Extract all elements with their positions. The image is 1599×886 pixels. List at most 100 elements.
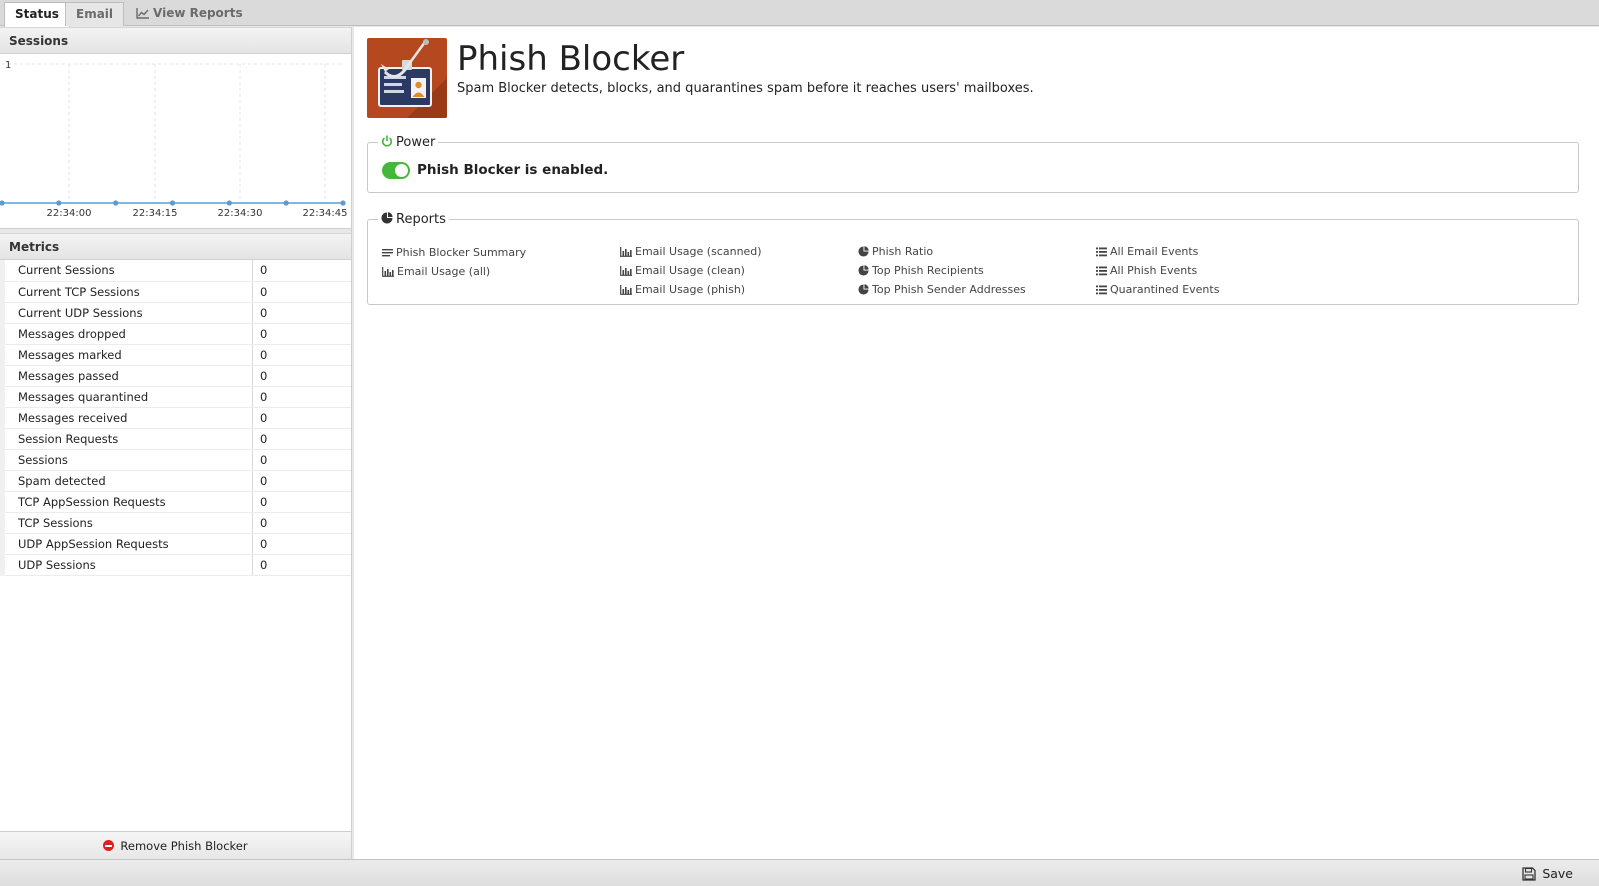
metric-name: UDP AppSession Requests	[0, 533, 253, 555]
sessions-header: Sessions	[0, 27, 351, 54]
list-icon	[1096, 283, 1110, 296]
chart-x-tick-label: 22:34:30	[218, 208, 263, 219]
line-chart-icon	[136, 8, 149, 19]
floppy-disk-icon	[1522, 867, 1536, 881]
metric-value: 0	[252, 470, 351, 492]
report-link-label: Phish Blocker Summary	[396, 246, 527, 259]
sessions-chart: 1 22:34:00 22:34:15 22:34:30 22:34:45	[0, 54, 351, 229]
report-link-label: Email Usage (phish)	[635, 283, 746, 296]
metric-name: Current TCP Sessions	[0, 281, 253, 303]
metrics-row: Spam detected 0	[0, 470, 351, 492]
report-link[interactable]: Email Usage (scanned)	[620, 245, 762, 258]
metrics-row: TCP AppSession Requests 0	[0, 491, 351, 513]
metrics-row: UDP Sessions 0	[0, 554, 351, 576]
chart-x-tick-label: 22:34:00	[47, 208, 92, 219]
report-link[interactable]: Email Usage (clean)	[620, 264, 745, 277]
report-link-label: Email Usage (all)	[397, 265, 491, 278]
chart-y-tick-label: 1	[5, 60, 11, 71]
report-link-label: All Email Events	[1110, 245, 1199, 258]
tab-email[interactable]: Email	[65, 2, 125, 26]
report-link-label: Top Phish Recipients	[872, 264, 984, 277]
report-link-label: All Phish Events	[1110, 264, 1198, 277]
metric-value: 0	[252, 323, 351, 345]
chart-data-point	[169, 200, 176, 206]
power-icon	[381, 135, 393, 147]
phish-blocker-icon	[367, 38, 447, 118]
main-panel: Phish Blocker Spam Blocker detects, bloc…	[354, 27, 1599, 859]
tab-view-reports-label: View Reports	[153, 6, 243, 20]
app-description: Spam Blocker detects, blocks, and quaran…	[457, 81, 1034, 96]
report-link-label: Top Phish Sender Addresses	[872, 283, 1026, 296]
report-link[interactable]: Email Usage (all)	[382, 265, 490, 278]
report-link[interactable]: Top Phish Recipients	[858, 264, 984, 277]
metric-name: Messages dropped	[0, 323, 253, 345]
power-toggle[interactable]	[382, 162, 410, 179]
reports-legend: Reports	[378, 212, 449, 227]
metric-value: 0	[252, 260, 351, 282]
chart-data-point	[0, 200, 5, 206]
metrics-row: Session Requests 0	[0, 428, 351, 450]
metric-value: 0	[252, 554, 351, 576]
list-icon	[1096, 264, 1110, 277]
chart-data-point	[113, 200, 119, 206]
metrics-row: Sessions 0	[0, 449, 351, 471]
report-link[interactable]: Quarantined Events	[1096, 283, 1219, 296]
report-link[interactable]: Phish Blocker Summary	[382, 246, 526, 259]
bar-chart-icon	[620, 283, 635, 296]
power-legend-text: Power	[396, 135, 436, 150]
report-link[interactable]: All Phish Events	[1096, 264, 1197, 277]
metric-value: 0	[252, 407, 351, 429]
metric-value: 0	[252, 302, 351, 324]
bottom-bar: Save	[0, 859, 1599, 886]
metric-value: 0	[252, 344, 351, 366]
save-button[interactable]: Save	[1522, 864, 1573, 883]
chart-data-point	[283, 200, 289, 206]
power-status-text: Phish Blocker is enabled.	[417, 162, 609, 178]
power-section: Power Phish Blocker is enabled.	[367, 135, 1579, 193]
save-label: Save	[1542, 866, 1573, 881]
metric-value: 0	[252, 533, 351, 555]
metrics-row: TCP Sessions 0	[0, 512, 351, 534]
sessions-chart-svg: 1 22:34:00 22:34:15 22:34:30 22:34:45	[0, 60, 348, 219]
metric-name: Session Requests	[0, 428, 253, 450]
metrics-row: Current Sessions 0	[0, 260, 351, 282]
pie-chart-icon	[858, 245, 872, 258]
chart-x-tick-label: 22:34:15	[133, 208, 178, 219]
bar-chart-icon	[620, 264, 635, 277]
bar-chart-icon	[620, 245, 635, 258]
metrics-row: UDP AppSession Requests 0	[0, 533, 351, 555]
metrics-table: Current Sessions 0 Current TCP Sessions 0 Cu…	[0, 260, 351, 576]
report-link-label: Email Usage (scanned)	[635, 245, 762, 258]
pie-chart-icon	[858, 264, 872, 277]
report-link[interactable]: Phish Ratio	[858, 245, 933, 258]
left-panel: Sessions 1 22:34:00 22:34:15 22:34:30 22:34:…	[0, 27, 352, 859]
chart-data-point	[226, 200, 232, 206]
metric-name: Messages marked	[0, 344, 253, 366]
tab-email-label: Email	[76, 7, 114, 21]
pie-chart-icon	[858, 283, 872, 296]
tab-status[interactable]: Status	[4, 2, 70, 27]
metrics-row: Messages received 0	[0, 407, 351, 429]
chart-x-tick-label: 22:34:45	[303, 208, 348, 219]
metrics-row: Messages quarantined 0	[0, 386, 351, 408]
metrics-row: Messages marked 0	[0, 344, 351, 366]
report-link[interactable]: Top Phish Sender Addresses	[858, 283, 1026, 296]
metric-name: UDP Sessions	[0, 554, 253, 576]
report-link-label: Phish Ratio	[872, 245, 934, 258]
metric-value: 0	[252, 386, 351, 408]
tab-view-reports[interactable]: View Reports	[126, 2, 253, 26]
metrics-row: Current UDP Sessions 0	[0, 302, 351, 324]
metric-name: TCP Sessions	[0, 512, 253, 534]
report-link-label: Quarantined Events	[1110, 283, 1220, 296]
metric-name: Current UDP Sessions	[0, 302, 253, 324]
metric-value: 0	[252, 281, 351, 303]
metric-name: Messages quarantined	[0, 386, 253, 408]
metric-name: Sessions	[0, 449, 253, 471]
metrics-row: Messages dropped 0	[0, 323, 351, 345]
remove-app-button[interactable]: Remove Phish Blocker	[0, 831, 351, 859]
metric-name: Current Sessions	[0, 260, 253, 282]
reports-section: Reports Phish Blocker Summary Email Usage…	[367, 212, 1579, 305]
report-link[interactable]: Email Usage (phish)	[620, 283, 745, 296]
power-legend: Power	[378, 135, 438, 150]
report-link[interactable]: All Email Events	[1096, 245, 1198, 258]
